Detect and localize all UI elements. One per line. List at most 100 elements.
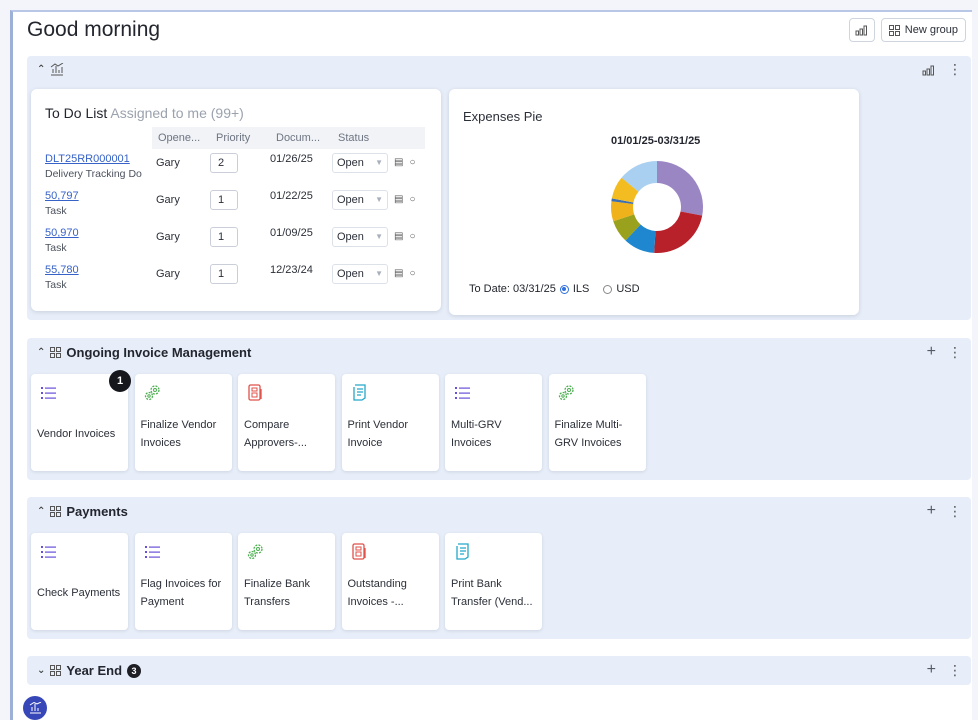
doc-type: Delivery Tracking Do (45, 168, 142, 180)
comment-icon[interactable]: ○ (409, 194, 415, 205)
tile-label: Finalize Bank Transfers (244, 578, 311, 608)
group-header: ⌃ Ongoing Invoice Management + ⋮ (27, 338, 971, 366)
add-icon[interactable]: + (927, 661, 936, 679)
ils-label: ILS (572, 283, 590, 295)
tile-label: Flag Invoices for Payment (140, 578, 222, 608)
status-select[interactable]: Open ▼ (332, 227, 388, 247)
group-title: Ongoing Invoice Management (66, 345, 252, 360)
tile[interactable]: Flag Invoices for Payment (134, 533, 232, 630)
more-icon[interactable]: ⋮ (948, 344, 962, 361)
pie-slice[interactable] (654, 211, 703, 253)
tile-label: Outstanding Invoices -... (347, 578, 407, 608)
grid-icon (50, 506, 62, 517)
doc-link[interactable]: 50,970 (45, 227, 152, 239)
print-doc-icon (350, 383, 370, 403)
expenses-pie-chart[interactable] (607, 157, 707, 257)
pie-period: 01/01/25-03/31/25 (611, 135, 701, 147)
chevron-down-icon: ▼ (375, 158, 383, 167)
tile-label: Finalize Multi-GRV Invoices (554, 419, 623, 449)
priority-field[interactable]: 1 (210, 190, 238, 210)
tile[interactable]: Finalize Bank Transfers (238, 533, 335, 630)
widgets-group-header: ⌃ ⋮ (27, 56, 971, 84)
tile-label: Print Vendor Invoice (347, 419, 409, 449)
gears-icon (246, 542, 266, 562)
todo-table: Opene... Priority Docum... Status DLT25R… (45, 127, 425, 297)
status-header[interactable]: Status (332, 127, 425, 149)
grid-icon (50, 347, 62, 358)
dashboard-frame: Good morning New group ⌃ ⋮ To Do List As (10, 10, 972, 720)
widget-chart-icon (51, 63, 64, 76)
tile[interactable]: Compare Approvers-... (238, 374, 335, 471)
document-date-header[interactable]: Docum... (270, 127, 332, 149)
todo-title-text: To Do List (45, 105, 108, 121)
status-value: Open (337, 231, 364, 243)
opened-by: Gary (156, 268, 180, 280)
pie-footer: To Date: 03/31/25 ILS USD (469, 283, 640, 295)
tile-label: Compare Approvers-... (244, 419, 307, 449)
tile[interactable]: Multi-GRV Invoices (445, 374, 542, 471)
opened-by-header[interactable]: Opene... (152, 127, 210, 149)
doc-link[interactable]: 50,797 (45, 190, 152, 202)
comment-icon[interactable]: ○ (409, 231, 415, 242)
pie-slice[interactable] (657, 161, 703, 216)
todo-subtitle[interactable]: Assigned to me (99+) (110, 105, 243, 121)
more-icon[interactable]: ⋮ (948, 503, 962, 520)
grid-icon (50, 665, 62, 676)
add-icon[interactable]: + (927, 343, 936, 361)
notes-icon[interactable]: ▤ (394, 194, 403, 205)
list-icon (143, 542, 163, 562)
doc-type: Task (45, 205, 67, 217)
group-title: Year End (66, 663, 123, 678)
doc-date: 01/09/25 (270, 227, 313, 239)
gears-icon (143, 383, 163, 403)
notes-icon[interactable]: ▤ (394, 231, 403, 242)
priority-field[interactable]: 2 (210, 153, 238, 173)
opened-by: Gary (156, 157, 180, 169)
doc-link[interactable]: 55,780 (45, 264, 152, 276)
tile[interactable]: Finalize Multi-GRV Invoices (548, 374, 646, 471)
tile[interactable]: Vendor Invoices 1 (31, 370, 131, 471)
collapse-icon[interactable]: ⌃ (37, 506, 45, 517)
expand-icon[interactable]: ⌄ (37, 665, 45, 676)
collapse-icon[interactable]: ⌃ (37, 347, 45, 358)
new-group-label: New group (904, 24, 958, 36)
comment-icon[interactable]: ○ (409, 157, 415, 168)
notes-icon[interactable]: ▤ (394, 268, 403, 279)
priority-field[interactable]: 1 (210, 227, 238, 247)
tile[interactable]: Finalize Vendor Invoices (134, 374, 232, 471)
tile[interactable]: Print Vendor Invoice (341, 374, 439, 471)
tile[interactable]: Check Payments (31, 533, 128, 630)
todo-card: To Do List Assigned to me (99+) Opene...… (31, 89, 441, 311)
more-icon[interactable]: ⋮ (948, 662, 962, 679)
tile[interactable]: Outstanding Invoices -... (341, 533, 439, 630)
usd-radio[interactable] (603, 284, 613, 294)
table-row: DLT25RR000001 Delivery Tracking Do Gary 2… (45, 149, 425, 186)
bar-chart-icon (855, 25, 867, 36)
priority-header[interactable]: Priority (210, 127, 270, 149)
opened-by: Gary (156, 231, 180, 243)
collapse-icon[interactable]: ⌃ (37, 64, 45, 75)
table-row: 50,970 Task Gary 1 01/09/25 Open ▼ ▤ ○ (45, 223, 425, 260)
invoice-management-group: ⌃ Ongoing Invoice Management + ⋮ Vendor … (27, 338, 971, 480)
tile[interactable]: Print Bank Transfer (Vend... (445, 533, 542, 630)
dashboard-fab[interactable] (23, 696, 47, 720)
tile-label: Finalize Vendor Invoices (140, 419, 217, 449)
more-icon[interactable]: ⋮ (948, 61, 962, 78)
bar-chart-icon[interactable] (922, 64, 936, 76)
notes-icon[interactable]: ▤ (394, 157, 403, 168)
priority-field[interactable]: 1 (210, 264, 238, 284)
status-select[interactable]: Open ▼ (332, 190, 388, 210)
to-date-label: To Date: 03/31/25 (469, 283, 556, 295)
doc-link[interactable]: DLT25RR000001 (45, 153, 152, 165)
comment-icon[interactable]: ○ (409, 268, 415, 279)
year-end-group: ⌄ Year End 3 + ⋮ (27, 656, 971, 685)
status-select[interactable]: Open ▼ (332, 153, 388, 173)
tile-label: Vendor Invoices (37, 428, 116, 440)
usd-label: USD (616, 283, 640, 295)
tile-label: Check Payments (37, 587, 121, 599)
ils-radio[interactable] (559, 284, 569, 294)
chart-view-button[interactable] (848, 18, 875, 42)
add-icon[interactable]: + (927, 502, 936, 520)
status-select[interactable]: Open ▼ (332, 264, 388, 284)
new-group-button[interactable]: New group (880, 18, 966, 42)
